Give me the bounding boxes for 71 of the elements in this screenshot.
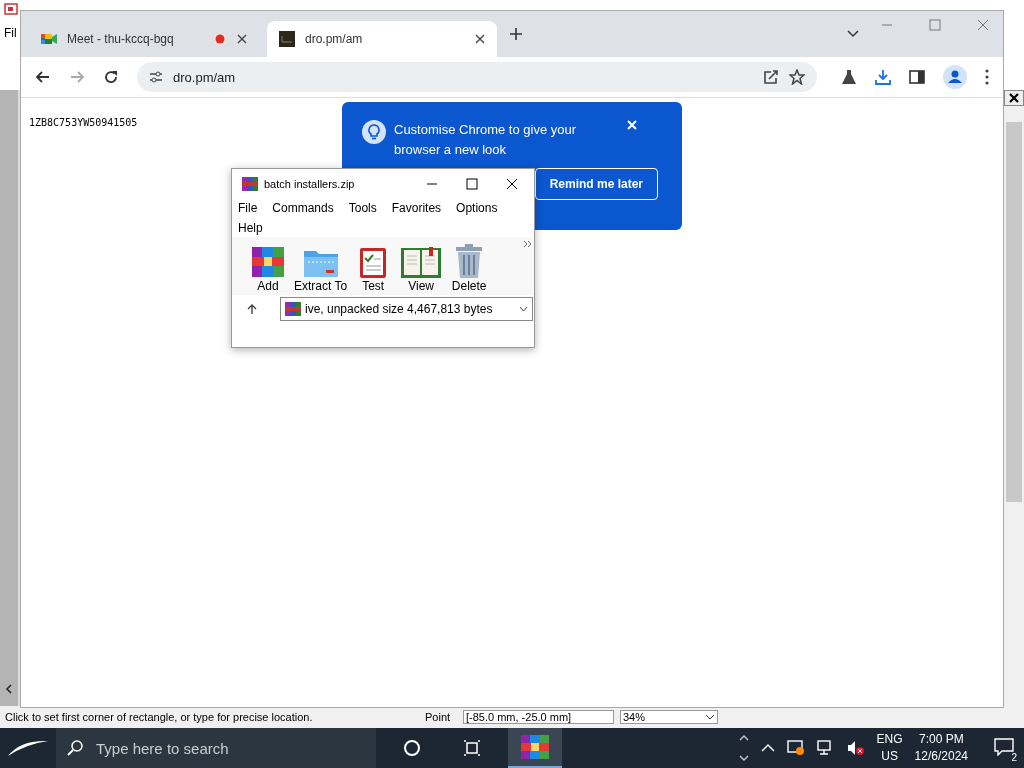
new-tab-icon[interactable] [509,27,523,41]
menu-item[interactable]: File [238,201,258,215]
point-label: Point [425,711,452,723]
caret-icon [519,306,528,312]
toolbar-button[interactable]: View [399,245,444,293]
menu-item[interactable]: Options [456,201,498,215]
input-language[interactable]: ENG US [876,731,903,765]
archive-icon [519,733,551,761]
monitor-alert-icon[interactable] [786,740,805,756]
path-dropdown[interactable]: ive, unpacked size 4,467,813 bytes [280,297,533,321]
side-panel-icon[interactable] [909,69,925,85]
up-arrow-icon[interactable] [246,303,258,315]
scroll-left-icon[interactable] [3,682,15,696]
close-icon[interactable] [506,178,518,190]
page-text: 1ZB8C753YW50941505 [29,117,138,128]
toolbar-button[interactable]: Delete [447,243,492,293]
promo-title: Customise Chrome to give your browser a new look [394,121,578,159]
archive-icon [285,302,301,316]
tab-title: dro.pm/am [305,32,364,46]
coordinate-field[interactable]: [-85.0 mm, -25.0 mm] [463,710,614,724]
share-icon[interactable] [763,69,779,85]
menu-item[interactable]: Help [238,221,263,235]
close-icon[interactable] [237,34,247,44]
zoom-dropdown[interactable]: 34% [620,710,718,724]
more-icon[interactable] [524,241,532,247]
remind-later-button[interactable]: Remind me later [534,168,658,200]
archive-icon [242,177,258,191]
meet-icon [41,32,57,46]
book-icon [400,245,443,279]
caret-icon [705,714,715,720]
trash-icon [454,243,485,279]
menu-item[interactable]: Commands [272,201,334,215]
site-icon [279,31,295,47]
address-bar[interactable]: dro.pm/am [137,62,817,92]
browser-tab[interactable]: dro.pm/am [267,21,497,57]
profile-icon[interactable] [943,65,967,89]
toolbar-button[interactable]: Test [351,245,396,293]
search-icon [66,739,84,757]
site-settings-icon[interactable] [149,71,163,83]
maximize-icon[interactable] [466,178,478,190]
download-icon[interactable] [875,69,891,85]
chevron-up-icon[interactable] [760,743,775,753]
scroll-arrows-icon[interactable] [738,733,749,763]
checklist-icon [358,245,389,279]
menu-icon[interactable] [985,69,989,85]
reload-icon[interactable] [103,69,119,85]
speaker-muted-icon[interactable] [846,740,865,756]
browser-tab[interactable]: Meet - thu-kccq-bgq [29,21,259,57]
toolbar-button[interactable]: Add [246,245,290,293]
flask-icon[interactable] [841,69,857,85]
task-view-icon[interactable] [463,739,481,757]
books-icon [250,245,286,279]
menu-item[interactable]: Favorites [391,201,442,215]
back-icon[interactable] [35,69,51,85]
taskbar-app[interactable] [508,728,562,768]
clock[interactable]: 7:00 PM 12/6/2024 [914,731,968,765]
menu-item[interactable]: Fil [4,26,17,40]
close-icon[interactable] [475,34,485,44]
tab-search-icon[interactable] [847,30,859,38]
close-button[interactable] [1004,90,1024,106]
close-icon [1009,93,1019,103]
status-text: Click to set first corner of rectangle, or type for precise location. [5,711,314,723]
menu-item[interactable]: Tools [348,201,377,215]
bookmark-star-icon[interactable] [789,69,805,85]
cortana-icon[interactable] [403,739,421,757]
lightbulb-icon [362,120,386,144]
search-field[interactable]: Type here to search [56,728,376,768]
window-title: batch installers.zip [264,178,355,190]
speech-bubble-icon [994,737,1014,756]
tab-title: Meet - thu-kccq-bgq [67,32,175,46]
toolbar-button[interactable]: Extract To [294,245,348,293]
